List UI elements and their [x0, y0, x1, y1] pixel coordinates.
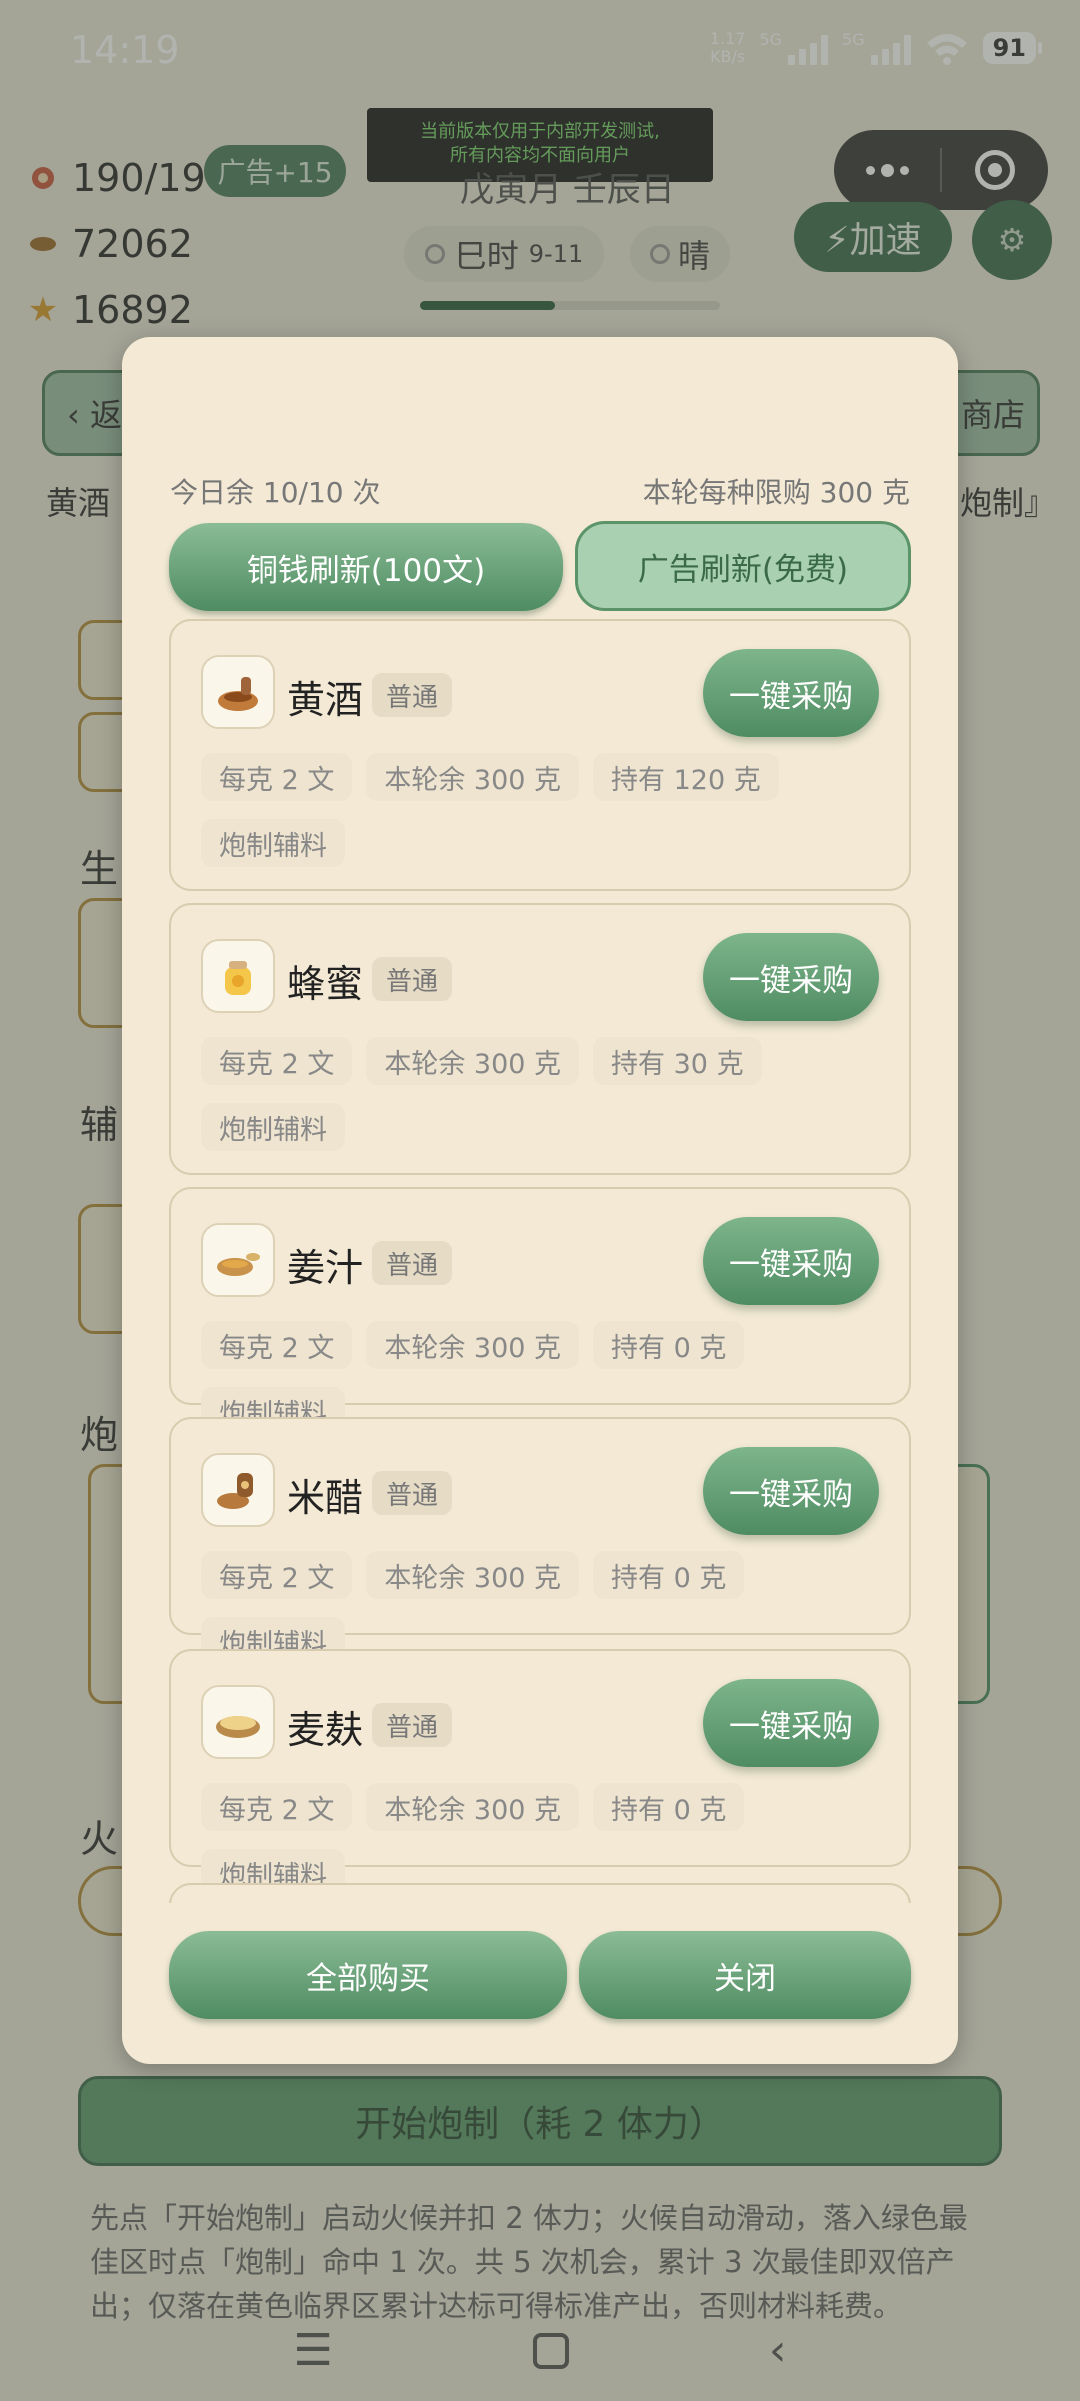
item-rarity-tag: 普通	[372, 1471, 453, 1515]
coin-refresh-button[interactable]: 铜钱刷新(100文)	[169, 523, 563, 611]
item-card: 米醋 普通 一键采购每克 2 文本轮余 300 克持有 0 克炮制辅料	[169, 1417, 911, 1665]
one-click-buy-button[interactable]: 一键采购	[703, 1679, 879, 1767]
item-info-chip: 炮制辅料	[201, 1103, 345, 1151]
close-button[interactable]: 关闭	[579, 1931, 911, 2019]
item-info-chip: 炮制辅料	[201, 819, 345, 867]
buy-all-button[interactable]: 全部购买	[169, 1931, 567, 2019]
item-name: 黄酒	[287, 678, 364, 722]
item-info-chips: 每克 2 文本轮余 300 克持有 120 克炮制辅料	[201, 753, 891, 867]
item-info-chips: 每克 2 文本轮余 300 克持有 0 克炮制辅料	[201, 1783, 891, 1897]
one-click-buy-button[interactable]: 一键采购	[703, 1217, 879, 1305]
purchase-modal: 今日余 10/10 次 本轮每种限购 300 克 铜钱刷新(100文) 广告刷新…	[122, 337, 958, 2064]
item-rarity-tag: 普通	[372, 1703, 453, 1747]
ad-refresh-button[interactable]: 广告刷新(免费)	[575, 521, 911, 611]
item-info-chips: 每克 2 文本轮余 300 克持有 0 克炮制辅料	[201, 1551, 891, 1665]
item-icon	[201, 1685, 275, 1759]
item-info-chips: 每克 2 文本轮余 300 克持有 30 克炮制辅料	[201, 1037, 891, 1151]
one-click-buy-button[interactable]: 一键采购	[703, 1447, 879, 1535]
item-info-chip: 每克 2 文	[201, 753, 353, 801]
item-info-chip: 持有 0 克	[593, 1551, 745, 1599]
item-info-chip: 本轮余 300 克	[366, 1551, 580, 1599]
item-card: 黄酒 普通 一键采购每克 2 文本轮余 300 克持有 120 克炮制辅料	[169, 619, 911, 891]
item-card: 姜汁 普通 一键采购 每克 2 文本轮余 300 克持有 0 克炮制辅料	[169, 1187, 911, 1435]
item-info-chip: 本轮余 300 克	[366, 1037, 580, 1085]
one-click-buy-button[interactable]: 一键采购	[703, 933, 879, 1021]
item-name: 麦麸	[287, 1708, 364, 1752]
item-rarity-tag: 普通	[372, 957, 453, 1001]
item-info-chip: 本轮余 300 克	[366, 753, 580, 801]
item-info-chip: 每克 2 文	[201, 1783, 353, 1831]
item-name: 蜂蜜	[287, 962, 364, 1006]
item-info-chip: 持有 30 克	[593, 1037, 762, 1085]
item-icon	[201, 939, 275, 1013]
one-click-buy-button[interactable]: 一键采购	[703, 649, 879, 737]
purchase-limit-text: 本轮每种限购 300 克	[642, 476, 910, 509]
item-card: 蜂蜜 普通 一键采购每克 2 文本轮余 300 克持有 30 克炮制辅料	[169, 903, 911, 1175]
item-info-chip: 本轮余 300 克	[366, 1783, 580, 1831]
item-info-chip: 每克 2 文	[201, 1037, 353, 1085]
item-icon	[201, 1453, 275, 1527]
item-rarity-tag: 普通	[372, 673, 453, 717]
remaining-refresh-count: 今日余 10/10 次	[170, 476, 381, 509]
item-card-partial	[169, 1883, 911, 1903]
purchase-info-row: 今日余 10/10 次 本轮每种限购 300 克	[170, 471, 910, 511]
item-info-chip: 本轮余 300 克	[366, 1321, 580, 1369]
item-card: 麦麸 普通 一键采购每克 2 文本轮余 300 克持有 0 克炮制辅料	[169, 1649, 911, 1897]
item-info-chip: 每克 2 文	[201, 1551, 353, 1599]
item-icon	[201, 1223, 275, 1297]
item-icon	[201, 655, 275, 729]
item-info-chip: 每克 2 文	[201, 1321, 353, 1369]
item-info-chip: 持有 0 克	[593, 1783, 745, 1831]
item-name: 姜汁	[287, 1246, 364, 1290]
item-info-chip: 持有 0 克	[593, 1321, 745, 1369]
item-list[interactable]: 黄酒 普通 一键采购 每克 2 文本轮余 300 克持有 120 克炮制辅料 蜂蜜 普通一…	[169, 619, 911, 1903]
item-name: 米醋	[287, 1476, 364, 1520]
item-info-chip: 持有 120 克	[593, 753, 779, 801]
item-rarity-tag: 普通	[372, 1241, 453, 1285]
